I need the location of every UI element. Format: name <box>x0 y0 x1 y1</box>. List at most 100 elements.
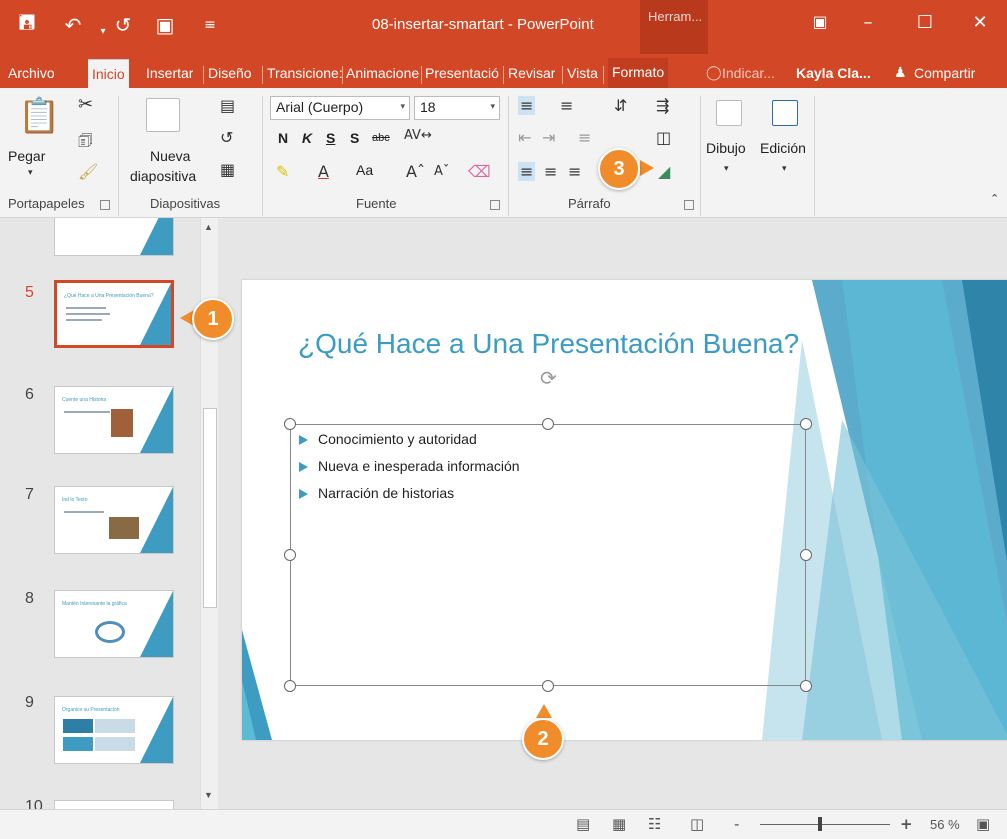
zoom-slider-knob[interactable] <box>818 817 822 831</box>
copy-icon[interactable]: 🗊 <box>78 130 93 157</box>
tab-archivo[interactable]: Archivo <box>8 59 55 88</box>
decrease-indent-icon[interactable]: ⇤ <box>518 128 531 147</box>
share-button[interactable]: Compartir <box>914 59 975 88</box>
normal-view-icon[interactable]: ▤ <box>576 815 590 833</box>
drawing-icon[interactable] <box>716 100 742 126</box>
tab-vista[interactable]: Vista <box>567 59 598 88</box>
slide-title[interactable]: ¿Qué Hace a Una Presentación Buena? <box>298 328 799 360</box>
slide-thumbnail[interactable] <box>54 800 174 809</box>
bullet-item[interactable]: Conocimiento y autoridad <box>299 431 477 447</box>
clipboard-launcher-icon[interactable] <box>100 200 110 210</box>
change-case-button[interactable]: Aa <box>356 162 373 178</box>
content-placeholder[interactable]: Conocimiento y autoridad Nueva e inesper… <box>290 424 806 686</box>
font-launcher-icon[interactable] <box>490 200 500 210</box>
search-icon[interactable] <box>772 100 798 126</box>
line-spacing-icon[interactable]: ⇵ <box>614 96 627 115</box>
ribbon-display-icon[interactable]: ▣ <box>800 12 840 38</box>
font-name-combo[interactable]: Arial (Cuerpo) ▾ <box>270 96 410 120</box>
bullet-item[interactable]: Nueva e inesperada información <box>299 458 520 474</box>
resize-handle[interactable] <box>284 418 296 430</box>
underline-button[interactable]: S <box>326 130 335 146</box>
collapse-ribbon-icon[interactable]: ⌃ <box>990 192 999 205</box>
align-center-icon[interactable]: ≡ <box>544 162 557 181</box>
scroll-down-icon[interactable]: ▼ <box>204 790 213 800</box>
rotate-handle-icon[interactable]: ⟳ <box>540 366 557 390</box>
align-left-icon[interactable]: ≡ <box>518 162 536 181</box>
grow-font-icon[interactable]: Aˆ <box>406 162 425 181</box>
resize-handle[interactable] <box>542 680 554 692</box>
cut-icon[interactable]: ✂ <box>78 94 93 115</box>
tab-diseno[interactable]: Diseño <box>208 59 252 88</box>
bullets-icon[interactable]: ≡ <box>518 96 536 115</box>
shadow-button[interactable]: S <box>350 130 359 146</box>
lightbulb-icon[interactable]: ◯ <box>706 59 722 88</box>
resize-handle[interactable] <box>542 418 554 430</box>
tab-animaciones[interactable]: Animacione <box>346 59 420 88</box>
scrollbar-thumb[interactable] <box>203 408 217 608</box>
editing-button[interactable]: Edición <box>760 140 806 156</box>
tell-me-input[interactable]: Indicar... <box>722 59 775 88</box>
align-right-icon[interactable]: ≡ <box>568 162 581 181</box>
highlight-icon[interactable]: ✎ <box>276 162 289 181</box>
editing-dropdown-icon[interactable]: ▾ <box>782 164 787 174</box>
minimize-icon[interactable]: – <box>848 12 888 38</box>
convert-smartart-icon[interactable]: ◢ <box>658 162 670 181</box>
save-icon[interactable]: 🖪 <box>12 10 42 40</box>
drawing-button[interactable]: Dibujo <box>706 140 746 156</box>
tab-insertar[interactable]: Insertar <box>146 59 193 88</box>
paste-label[interactable]: Pegar <box>8 148 45 164</box>
bold-button[interactable]: N <box>278 130 288 146</box>
resize-handle[interactable] <box>800 680 812 692</box>
slideshow-icon[interactable]: ◫ <box>690 815 704 833</box>
scroll-up-icon[interactable]: ▲ <box>204 222 213 232</box>
user-name[interactable]: Kayla Cla... <box>796 59 871 88</box>
tab-formato[interactable]: Formato <box>608 58 669 88</box>
increase-indent-icon[interactable]: ⇥ <box>542 128 555 147</box>
contextual-tools-tab[interactable]: Herram... <box>640 0 708 54</box>
slide[interactable]: ¿Qué Hace a Una Presentación Buena? ⟳ Co… <box>242 280 1007 740</box>
layout-icon[interactable]: ▤ <box>220 96 235 115</box>
customize-qat-icon[interactable]: ≡ <box>195 10 225 40</box>
bullet-item[interactable]: Narración de historias <box>299 485 454 501</box>
slide-thumbnail[interactable]: Organice su Presentación <box>54 696 174 764</box>
tab-presentacion[interactable]: Presentació <box>425 59 502 88</box>
font-size-combo[interactable]: 18 ▾ <box>414 96 500 120</box>
zoom-in-button[interactable]: + <box>900 815 913 833</box>
tab-transiciones[interactable]: Transicione: <box>267 59 342 88</box>
resize-handle[interactable] <box>800 418 812 430</box>
zoom-level[interactable]: 56 % <box>930 817 960 832</box>
clear-format-icon[interactable]: ⌫ <box>468 162 491 181</box>
tab-inicio[interactable]: Inicio <box>88 59 129 88</box>
new-slide-label-2[interactable]: diapositiva <box>130 168 196 184</box>
shrink-font-icon[interactable]: Aˇ <box>434 164 449 179</box>
drawing-dropdown-icon[interactable]: ▾ <box>724 164 729 174</box>
slide-thumbnail[interactable]: Cuente una Historia <box>54 386 174 454</box>
present-icon[interactable]: ▣ <box>150 10 180 40</box>
resize-handle[interactable] <box>284 549 296 561</box>
font-color-icon[interactable]: A <box>318 162 329 181</box>
maximize-icon[interactable]: ☐ <box>905 12 945 38</box>
paste-icon[interactable]: 📋 <box>18 96 60 136</box>
new-slide-label[interactable]: Nueva <box>150 148 190 164</box>
slide-thumbnail[interactable]: Mantén Interesante la gráfica <box>54 590 174 658</box>
slide-thumbnail[interactable] <box>54 218 174 256</box>
slide-thumbnail-selected[interactable]: ¿Qué Hace a Una Presentación Buena? <box>54 280 174 348</box>
redo-icon[interactable]: ↺ <box>108 10 138 40</box>
section-icon[interactable]: ▦ <box>220 160 235 179</box>
slide-thumbnail[interactable]: Ind lo Texto <box>54 486 174 554</box>
slide-sorter-icon[interactable]: ▦ <box>612 815 626 833</box>
zoom-out-button[interactable]: - <box>734 815 739 833</box>
resize-handle[interactable] <box>284 680 296 692</box>
format-painter-icon[interactable]: 🖌 <box>78 162 98 181</box>
reset-icon[interactable]: ↺ <box>220 128 233 147</box>
tab-revisar[interactable]: Revisar <box>508 59 555 88</box>
undo-icon[interactable]: ↶ <box>58 10 88 40</box>
align-text-icon[interactable]: ◫ <box>656 128 671 147</box>
new-slide-icon[interactable] <box>146 98 180 132</box>
numbering-icon[interactable]: ≡ <box>560 96 573 115</box>
italic-button[interactable]: K <box>302 130 312 146</box>
paste-dropdown-icon[interactable]: ▾ <box>28 168 33 178</box>
fit-slide-icon[interactable]: ▣ <box>976 815 990 833</box>
share-icon[interactable]: ♟ <box>894 59 907 88</box>
resize-handle[interactable] <box>800 549 812 561</box>
